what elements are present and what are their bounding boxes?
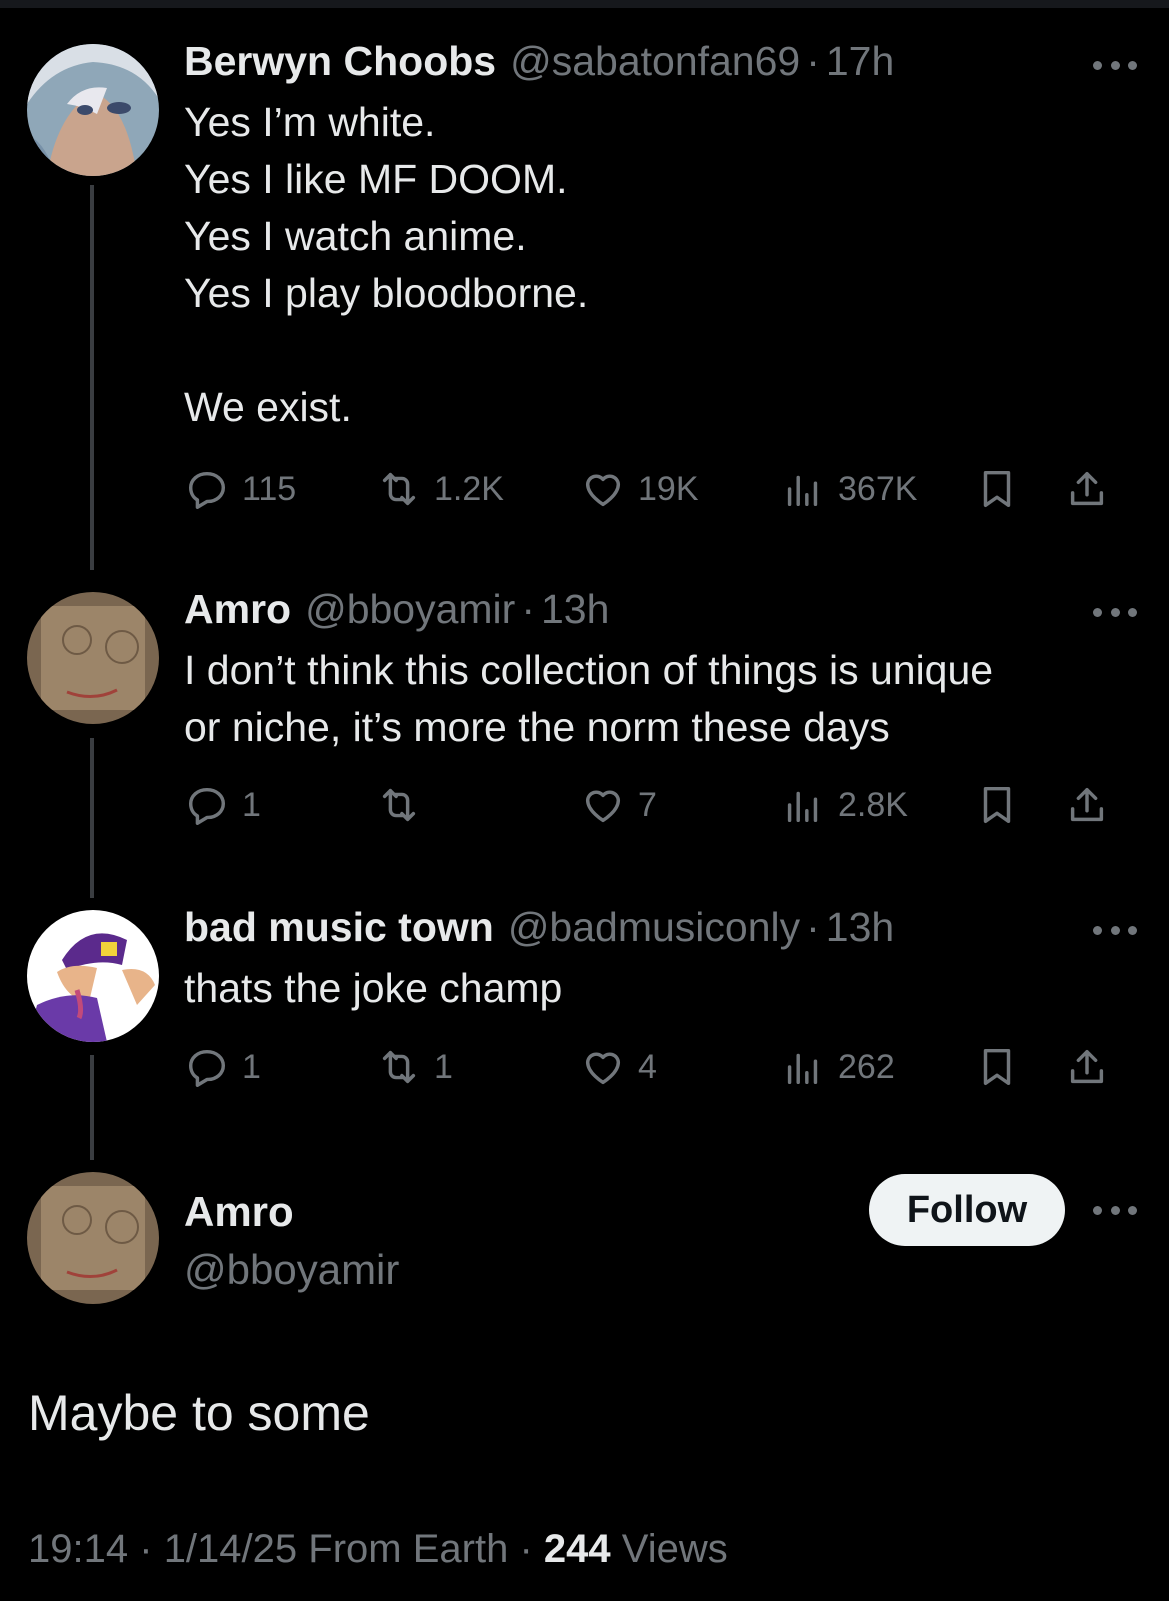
reply-count: 1 bbox=[242, 785, 261, 824]
thread-line bbox=[90, 1055, 94, 1160]
views-icon bbox=[787, 791, 818, 823]
repost-icon bbox=[382, 1050, 416, 1084]
reply-count: 1 bbox=[242, 1047, 261, 1086]
avatar[interactable] bbox=[27, 44, 159, 176]
reply-icon bbox=[188, 787, 226, 825]
like-count: 19K bbox=[638, 469, 699, 508]
reply-count: 115 bbox=[242, 469, 297, 508]
share-button[interactable] bbox=[1064, 1044, 1110, 1090]
repost-count: 1 bbox=[434, 1047, 453, 1086]
post-date: 1/14/25 bbox=[163, 1527, 298, 1571]
views-count[interactable]: 244 bbox=[544, 1527, 611, 1571]
views-button[interactable]: 2.8K bbox=[780, 782, 908, 828]
bookmark-icon bbox=[983, 1048, 1011, 1086]
repost-icon bbox=[382, 788, 416, 822]
author-name[interactable]: Berwyn Choobs bbox=[184, 38, 496, 85]
bookmark-icon bbox=[983, 786, 1011, 824]
separator: · bbox=[521, 586, 535, 632]
views-icon bbox=[787, 1053, 818, 1085]
views-count: 2.8K bbox=[838, 785, 908, 824]
like-count: 4 bbox=[638, 1047, 657, 1086]
like-count: 7 bbox=[638, 785, 657, 824]
reply-icon bbox=[188, 471, 226, 509]
tweet-actions: 115 1.2K 19K 367K bbox=[184, 466, 1134, 518]
author-name[interactable]: Amro bbox=[184, 1188, 294, 1236]
repost-count: 1.2K bbox=[434, 469, 504, 508]
heart-icon bbox=[585, 1052, 621, 1085]
avatar[interactable] bbox=[27, 592, 159, 724]
bookmark-button[interactable] bbox=[974, 1044, 1020, 1090]
tweet-header: Amro @bboyamir · 13h bbox=[184, 586, 1079, 638]
separator: · bbox=[139, 1527, 153, 1571]
share-button[interactable] bbox=[1064, 782, 1110, 828]
views-button[interactable]: 262 bbox=[780, 1044, 895, 1090]
thread-line bbox=[90, 738, 94, 898]
more-icon[interactable] bbox=[1093, 1200, 1137, 1220]
more-icon[interactable] bbox=[1093, 602, 1137, 622]
repost-button[interactable]: 1.2K bbox=[376, 466, 504, 512]
share-icon bbox=[1070, 471, 1104, 506]
bookmark-button[interactable] bbox=[974, 782, 1020, 828]
repost-button[interactable] bbox=[376, 782, 434, 828]
reply-button[interactable]: 1 bbox=[184, 782, 261, 828]
tweet-text: thats the joke champ bbox=[184, 965, 563, 1011]
separator: · bbox=[519, 1527, 533, 1571]
like-button[interactable]: 7 bbox=[580, 782, 657, 828]
views-button[interactable]: 367K bbox=[780, 466, 917, 512]
tweet-text: Maybe to some bbox=[28, 1385, 370, 1441]
avatar[interactable] bbox=[27, 910, 159, 1042]
follow-button[interactable]: Follow bbox=[869, 1174, 1065, 1246]
repost-icon bbox=[382, 472, 416, 506]
timestamp[interactable]: 13h bbox=[541, 586, 609, 633]
author-handle[interactable]: @badmusiconly bbox=[508, 904, 800, 951]
author-handle[interactable]: @bboyamir bbox=[305, 586, 515, 633]
timestamp[interactable]: 17h bbox=[826, 38, 894, 85]
thread-line bbox=[90, 185, 94, 570]
bookmark-button[interactable] bbox=[974, 466, 1020, 512]
views-icon bbox=[787, 475, 818, 507]
tweet-actions: 1 1 4 262 bbox=[184, 1044, 1134, 1096]
tweet-header: Berwyn Choobs @sabatonfan69 · 17h bbox=[184, 38, 1079, 90]
tweet-text: I don’t think this collection of things … bbox=[184, 647, 994, 750]
more-icon[interactable] bbox=[1093, 920, 1137, 940]
post-source: From Earth bbox=[308, 1527, 509, 1571]
tweet-actions: 1 7 2.8K bbox=[184, 782, 1134, 834]
reply-button[interactable]: 1 bbox=[184, 1044, 261, 1090]
timestamp[interactable]: 13h bbox=[826, 904, 894, 951]
views-label: Views bbox=[621, 1527, 728, 1571]
author-handle[interactable]: @sabatonfan69 bbox=[510, 38, 800, 85]
heart-icon bbox=[585, 474, 621, 507]
separator: · bbox=[806, 38, 820, 84]
like-button[interactable]: 19K bbox=[580, 466, 699, 512]
author-name[interactable]: Amro bbox=[184, 586, 291, 633]
tweet-text: Yes I’m white. Yes I like MF DOOM. Yes I… bbox=[184, 99, 589, 430]
avatar[interactable] bbox=[27, 1172, 159, 1304]
post-time: 19:14 bbox=[28, 1527, 129, 1571]
tweet-header: bad music town @badmusiconly · 13h bbox=[184, 904, 1079, 956]
more-icon[interactable] bbox=[1093, 55, 1137, 75]
author-name[interactable]: bad music town bbox=[184, 904, 494, 951]
repost-button[interactable]: 1 bbox=[376, 1044, 453, 1090]
author-handle[interactable]: @bboyamir bbox=[184, 1246, 399, 1294]
like-button[interactable]: 4 bbox=[580, 1044, 657, 1090]
bookmark-icon bbox=[983, 470, 1011, 508]
reply-button[interactable]: 115 bbox=[184, 466, 296, 512]
views-count: 262 bbox=[838, 1047, 895, 1086]
share-icon bbox=[1070, 787, 1104, 822]
share-icon bbox=[1070, 1049, 1104, 1084]
views-count: 367K bbox=[838, 469, 918, 508]
top-bar bbox=[0, 0, 1169, 8]
share-button[interactable] bbox=[1064, 466, 1110, 512]
separator: · bbox=[806, 904, 820, 950]
reply-icon bbox=[188, 1049, 226, 1087]
tweet-meta: 19:14 · 1/14/25 From Earth · 244 Views bbox=[28, 1527, 728, 1572]
heart-icon bbox=[585, 790, 621, 823]
